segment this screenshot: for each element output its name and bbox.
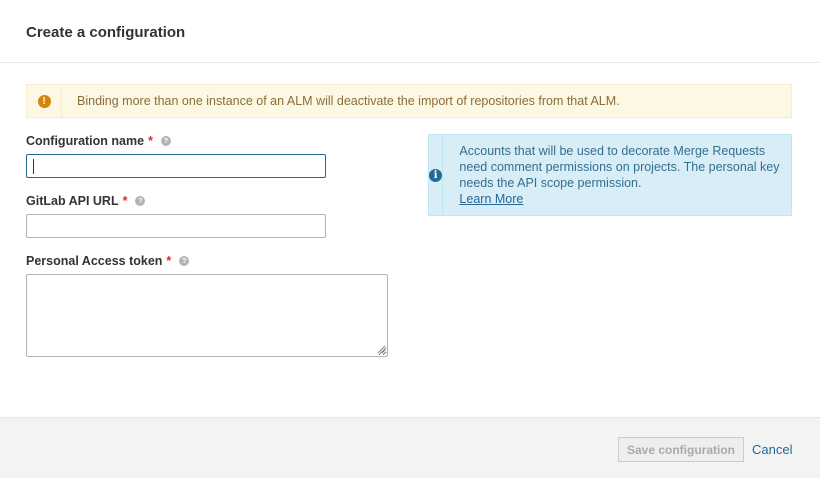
warning-icon-cell: !: [27, 85, 62, 117]
warning-alert: ! Binding more than one instance of an A…: [26, 84, 792, 118]
info-icon-cell: i: [429, 135, 444, 215]
gitlab-api-url-label-text: GitLab API URL: [26, 194, 119, 208]
modal-header: Create a configuration: [0, 0, 820, 63]
required-marker: *: [122, 194, 128, 208]
configuration-name-label: Configuration name * ?: [26, 134, 171, 148]
question-icon[interactable]: ?: [160, 136, 171, 146]
warning-text: Binding more than one instance of an ALM…: [77, 94, 620, 108]
required-marker: *: [166, 254, 172, 268]
modal-title: Create a configuration: [26, 24, 186, 41]
required-marker: *: [148, 134, 153, 148]
learn-more-link[interactable]: Learn More: [459, 192, 523, 206]
exclamation-icon: !: [37, 94, 51, 108]
cancel-link[interactable]: Cancel: [752, 442, 792, 457]
personal-access-token-textarea[interactable]: [26, 274, 388, 357]
info-alert: i Accounts that will be used to decorate…: [428, 134, 792, 216]
configuration-name-input[interactable]: [26, 154, 326, 178]
personal-access-token-label-text: Personal Access token: [26, 254, 163, 268]
info-icon: i: [429, 168, 443, 182]
info-text: Accounts that will be used to decorate M…: [459, 144, 780, 190]
gitlab-api-url-input[interactable]: [26, 214, 326, 238]
save-configuration-button[interactable]: Save configuration: [618, 437, 744, 462]
text-caret: [33, 159, 34, 174]
info-text-block: Accounts that will be used to decorate M…: [459, 143, 781, 215]
personal-access-token-label: Personal Access token * ?: [26, 254, 190, 268]
question-icon[interactable]: ?: [179, 256, 190, 266]
create-configuration-modal: Create a configuration ! Binding more th…: [0, 0, 820, 478]
resize-grip-icon[interactable]: [377, 345, 386, 354]
question-icon[interactable]: ?: [135, 196, 146, 206]
gitlab-api-url-label: GitLab API URL * ?: [26, 194, 146, 208]
configuration-name-label-text: Configuration name: [26, 134, 145, 148]
